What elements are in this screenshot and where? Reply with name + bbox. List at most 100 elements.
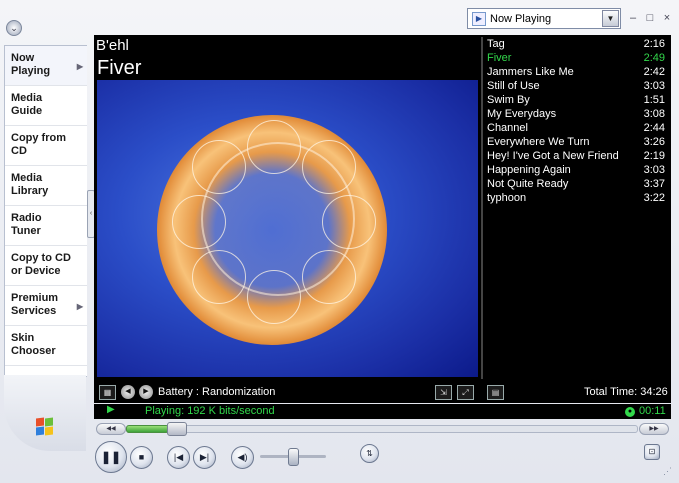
sidebar-item-label-line1: Media bbox=[11, 172, 43, 184]
sidebar-item-label-line1: Skin bbox=[11, 332, 35, 344]
minimize-button[interactable]: – bbox=[626, 11, 640, 25]
pause-button[interactable]: ❚❚ bbox=[95, 441, 127, 473]
sidebar-item-label-line2: CD bbox=[11, 145, 27, 157]
sidebar-item-label-line2: Tuner bbox=[11, 225, 41, 237]
visualization-loop bbox=[302, 250, 356, 304]
next-visualization-button[interactable]: ▶ bbox=[139, 385, 153, 399]
dropdown-arrow-icon[interactable]: ▼ bbox=[602, 10, 619, 27]
close-button[interactable]: × bbox=[660, 11, 674, 25]
playlist-item-title: Not Quite Ready bbox=[487, 178, 569, 190]
equalizer-button[interactable]: ⇅ bbox=[360, 444, 379, 463]
sidebar-item-radio-tuner[interactable]: Radio Tuner bbox=[5, 206, 87, 246]
play-indicator-icon: ▶ bbox=[107, 404, 115, 415]
playlist-item-title: Fiver bbox=[487, 52, 512, 64]
playlist-item[interactable]: Swim By 1:51 bbox=[483, 93, 669, 107]
playlist-item[interactable]: Still of Use 3:03 bbox=[483, 79, 669, 93]
mute-button[interactable]: ◀) bbox=[231, 446, 254, 469]
sidebar-item-label-line2: or Device bbox=[11, 265, 61, 277]
playlist-item[interactable]: Hey! I've Got a New Friend 2:19 bbox=[483, 149, 669, 163]
playlist-item-duration: 1:51 bbox=[643, 94, 665, 106]
stop-button[interactable]: ■ bbox=[130, 446, 153, 469]
visualization-loop bbox=[302, 140, 356, 194]
task-sidebar: Now Playing ▶ Media Guide Copy from CD Media Lib… bbox=[4, 45, 87, 377]
view-selector-dropdown[interactable]: ▶ Now Playing ▼ bbox=[467, 8, 621, 29]
volume-thumb[interactable] bbox=[288, 448, 299, 466]
playlist-item-duration: 3:37 bbox=[643, 178, 665, 190]
playlist-item[interactable]: My Everydays 3:08 bbox=[483, 107, 669, 121]
playlist-item-title: Swim By bbox=[487, 94, 530, 106]
app-menu-icon[interactable]: ⌄ bbox=[6, 20, 22, 36]
visualization-name: Battery : Randomization bbox=[158, 386, 276, 398]
sidebar-item-label-line2: Chooser bbox=[11, 345, 56, 357]
title-bar: ⌄ ▶ Now Playing ▼ – □ × bbox=[0, 0, 679, 36]
playlist: Tag 2:16 Fiver 2:49 Jammers Like Me 2:42 Still… bbox=[483, 37, 669, 379]
playlist-item-title: Everywhere We Turn bbox=[487, 136, 590, 148]
sidebar-item-media-library[interactable]: Media Library bbox=[5, 166, 87, 206]
playlist-item[interactable]: typhoon 3:22 bbox=[483, 191, 669, 205]
sidebar-item-label-line1: Copy from bbox=[11, 132, 66, 144]
expand-button[interactable]: ⤢ bbox=[457, 385, 474, 400]
sidebar-item-label-line1: Radio bbox=[11, 212, 42, 224]
mute-icon: ◀) bbox=[237, 452, 248, 462]
compact-mode-button[interactable]: ⊡ bbox=[644, 444, 660, 460]
sidebar-item-label-line1: Media bbox=[11, 92, 43, 104]
compact-mode-icon: ⊡ bbox=[648, 447, 656, 456]
playlist-item-duration: 3:26 bbox=[643, 136, 665, 148]
playlist-item[interactable]: Channel 2:44 bbox=[483, 121, 669, 135]
visualization-loop bbox=[247, 120, 301, 174]
playlist-item-title: My Everydays bbox=[487, 108, 557, 120]
fullscreen-button[interactable]: ⇲ bbox=[435, 385, 452, 400]
playlist-item[interactable]: Happening Again 3:03 bbox=[483, 163, 669, 177]
resize-grip[interactable]: ⋰ bbox=[663, 466, 672, 477]
visualization-area[interactable] bbox=[97, 80, 478, 377]
clock-icon: ● bbox=[625, 407, 635, 417]
sidebar-item-copy-from-cd[interactable]: Copy from CD bbox=[5, 126, 87, 166]
next-button[interactable]: ▶| bbox=[193, 446, 216, 469]
previous-button[interactable]: |◀ bbox=[167, 446, 190, 469]
sidebar-item-now-playing[interactable]: Now Playing ▶ bbox=[5, 46, 87, 86]
playlist-item[interactable]: Fiver 2:49 bbox=[483, 51, 669, 65]
sidebar-item-label-line2: Library bbox=[11, 185, 49, 197]
total-time: Total Time: 34:26 bbox=[584, 386, 668, 398]
sidebar-item-label-line1: Now bbox=[11, 52, 35, 64]
fast-forward-button[interactable]: ▶▶ bbox=[639, 423, 669, 435]
sidebar-item-label-line2: Guide bbox=[11, 105, 43, 117]
chevron-right-icon: ▶ bbox=[76, 302, 83, 311]
playlist-item-duration: 2:42 bbox=[643, 66, 665, 78]
playlist-item[interactable]: Everywhere We Turn 3:26 bbox=[483, 135, 669, 149]
previous-icon: |◀ bbox=[173, 452, 184, 462]
playlist-item-duration: 2:49 bbox=[643, 52, 665, 64]
pause-icon: ❚❚ bbox=[100, 450, 122, 464]
sidebar-item-premium-services[interactable]: Premium Services ▶ bbox=[5, 286, 87, 326]
visualization-loop bbox=[172, 195, 226, 249]
playlist-item-duration: 2:44 bbox=[643, 122, 665, 134]
select-visualization-button[interactable]: ▦ bbox=[99, 385, 116, 400]
seek-bar-thumb[interactable] bbox=[167, 422, 187, 436]
sidebar-item-copy-to-cd-or-device[interactable]: Copy to CD or Device bbox=[5, 246, 87, 286]
sidebar-item-label-line1: Premium bbox=[11, 292, 59, 304]
next-icon: ▶| bbox=[199, 452, 210, 462]
elapsed-time: 00:11 bbox=[639, 405, 666, 417]
media-player-window: ⌄ ▶ Now Playing ▼ – □ × Now Playing ▶ Media… bbox=[0, 0, 679, 483]
windows-logo-icon bbox=[36, 417, 54, 436]
rewind-button[interactable]: ◀◀ bbox=[96, 423, 126, 435]
playlist-item-title: Happening Again bbox=[487, 164, 571, 176]
playlist-options-button[interactable]: ▤ bbox=[487, 385, 504, 400]
equalizer-icon: ⇅ bbox=[366, 449, 373, 458]
sidebar-item-label-line2: Playing bbox=[11, 65, 51, 77]
playlist-item-duration: 3:08 bbox=[643, 108, 665, 120]
playlist-item[interactable]: Not Quite Ready 3:37 bbox=[483, 177, 669, 191]
sidebar-item-label-line1: Copy to CD bbox=[11, 252, 71, 264]
sidebar-item-skin-chooser[interactable]: Skin Chooser bbox=[5, 326, 87, 366]
sidebar-item-media-guide[interactable]: Media Guide bbox=[5, 86, 87, 126]
seek-bar[interactable] bbox=[126, 425, 638, 433]
playlist-item-duration: 3:22 bbox=[643, 192, 665, 204]
track-title: Fiver bbox=[97, 57, 142, 79]
playlist-item[interactable]: Tag 2:16 bbox=[483, 37, 669, 51]
playlist-item-duration: 3:03 bbox=[643, 164, 665, 176]
previous-visualization-button[interactable]: ◀ bbox=[121, 385, 135, 399]
now-playing-icon: ▶ bbox=[472, 11, 486, 26]
maximize-button[interactable]: □ bbox=[643, 11, 657, 25]
playlist-item[interactable]: Jammers Like Me 2:42 bbox=[483, 65, 669, 79]
playlist-item-title: Tag bbox=[487, 38, 505, 50]
